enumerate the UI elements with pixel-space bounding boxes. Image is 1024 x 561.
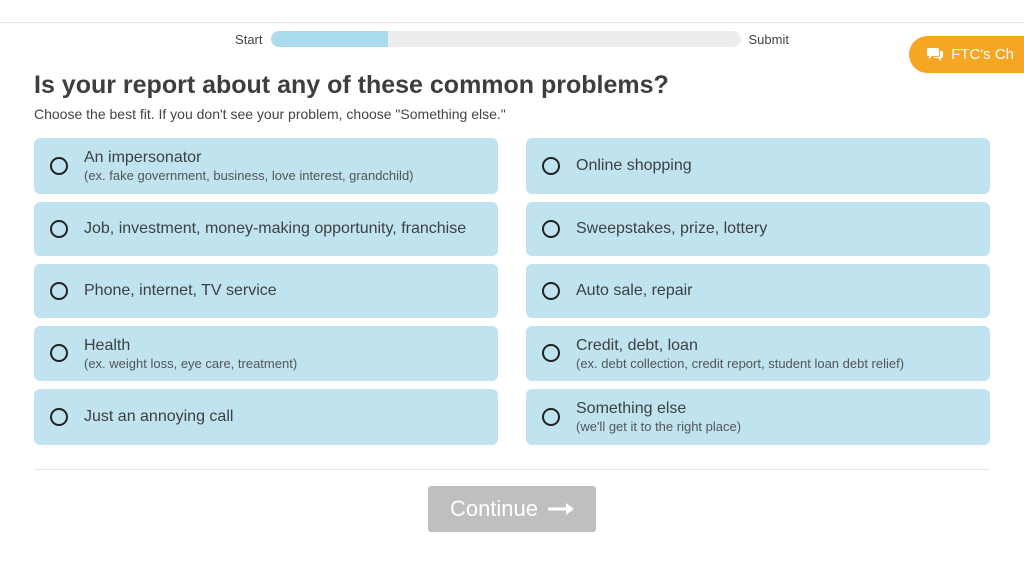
option-title: Health [84, 336, 297, 356]
option-title: Something else [576, 399, 741, 419]
radio-icon [542, 408, 560, 426]
progress-bar: Start Submit [0, 23, 1024, 47]
option-title: Job, investment, money-making opportunit… [84, 219, 466, 239]
option-title: Credit, debt, loan [576, 336, 904, 356]
progress-submit-label: Submit [749, 32, 789, 47]
option-sweepstakes[interactable]: Sweepstakes, prize, lottery [526, 202, 990, 256]
chat-icon [927, 48, 943, 62]
option-online-shopping[interactable]: Online shopping [526, 138, 990, 194]
option-sub: (ex. weight loss, eye care, treatment) [84, 356, 297, 372]
option-sub: (ex. debt collection, credit report, stu… [576, 356, 904, 372]
progress-start-label: Start [235, 32, 262, 47]
radio-icon [50, 408, 68, 426]
radio-icon [50, 282, 68, 300]
radio-icon [50, 220, 68, 238]
chat-label: FTC's Ch [951, 46, 1014, 63]
radio-icon [50, 344, 68, 362]
option-job-investment[interactable]: Job, investment, money-making opportunit… [34, 202, 498, 256]
option-auto-sale-repair[interactable]: Auto sale, repair [526, 264, 990, 318]
radio-icon [542, 157, 560, 175]
option-something-else[interactable]: Something else (we'll get it to the righ… [526, 389, 990, 445]
page-title: Is your report about any of these common… [34, 71, 990, 100]
option-impersonator[interactable]: An impersonator (ex. fake government, bu… [34, 138, 498, 194]
page-subhead: Choose the best fit. If you don't see yo… [34, 106, 990, 122]
continue-label: Continue [450, 496, 538, 522]
section-divider [34, 469, 990, 470]
progress-track [271, 31, 741, 47]
option-health[interactable]: Health (ex. weight loss, eye care, treat… [34, 326, 498, 382]
option-annoying-call[interactable]: Just an annoying call [34, 389, 498, 445]
radio-icon [542, 282, 560, 300]
chat-tab[interactable]: FTC's Ch [909, 36, 1024, 73]
radio-icon [542, 344, 560, 362]
option-credit-debt-loan[interactable]: Credit, debt, loan (ex. debt collection,… [526, 326, 990, 382]
option-sub: (we'll get it to the right place) [576, 419, 741, 435]
radio-icon [50, 157, 68, 175]
option-title: Just an annoying call [84, 407, 233, 427]
radio-icon [542, 220, 560, 238]
option-title: Phone, internet, TV service [84, 281, 277, 301]
arrow-right-icon [548, 502, 574, 516]
option-title: Auto sale, repair [576, 281, 693, 301]
option-title: An impersonator [84, 148, 414, 168]
option-sub: (ex. fake government, business, love int… [84, 168, 414, 184]
option-title: Sweepstakes, prize, lottery [576, 219, 767, 239]
progress-fill [271, 31, 389, 47]
option-title: Online shopping [576, 156, 692, 176]
continue-button[interactable]: Continue [428, 486, 596, 532]
options-grid: An impersonator (ex. fake government, bu… [34, 138, 990, 445]
option-phone-internet-tv[interactable]: Phone, internet, TV service [34, 264, 498, 318]
